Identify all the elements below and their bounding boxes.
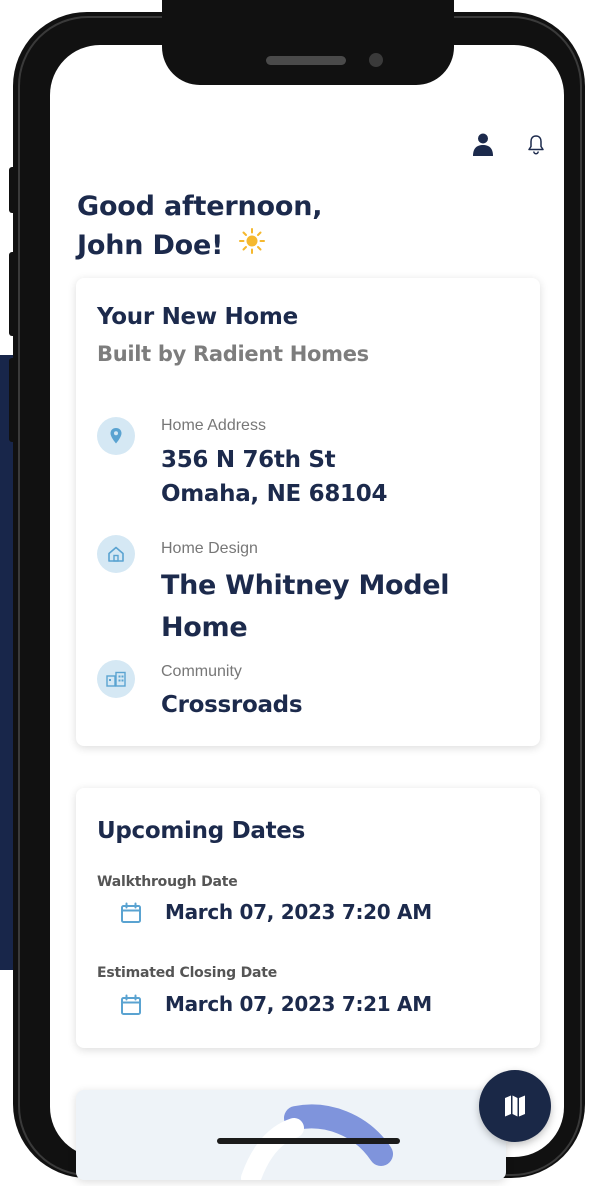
phone-speaker [266,56,346,65]
map-button[interactable] [479,1070,551,1142]
user-icon [473,133,493,156]
upcoming-dates-title: Upcoming Dates [97,818,305,844]
calendar-icon [121,902,141,923]
home-indicator [217,1138,400,1144]
notifications-button[interactable] [522,131,550,159]
progress-arc-graphic [241,1104,393,1180]
location-pin-icon [97,417,135,455]
home-address-label: Home Address [161,417,266,434]
greeting-line2: John Doe! [77,230,224,261]
calendar-icon [121,994,141,1015]
home-design-line2: Home [161,612,248,643]
community-label: Community [161,663,242,680]
phone-notch [162,0,454,85]
closing-date-label: Estimated Closing Date [97,965,278,981]
sun-icon [238,227,266,266]
home-card-subtitle: Built by Radient Homes [97,342,369,366]
home-design-line1: The Whitney Model [161,570,450,601]
greeting-heading: Good afternoon, John Doe! [77,187,322,266]
community-icon [97,660,135,698]
bell-icon [528,135,544,155]
house-icon [97,535,135,573]
walkthrough-date-label: Walkthrough Date [97,874,238,890]
progress-card-partial[interactable] [76,1090,506,1180]
walkthrough-date-value: March 07, 2023 7:20 AM [165,900,432,924]
profile-button[interactable] [469,130,497,158]
map-icon [505,1095,525,1117]
home-design-label: Home Design [161,540,258,557]
home-card[interactable]: Your New Home Built by Radient Homes Hom… [76,278,540,746]
home-address-line1: 356 N 76th St [161,447,336,473]
home-address-line2: Omaha, NE 68104 [161,481,388,507]
closing-date-value: March 07, 2023 7:21 AM [165,992,432,1016]
greeting-line1: Good afternoon, [77,191,323,222]
home-card-title: Your New Home [97,304,298,330]
upcoming-dates-card[interactable]: Upcoming Dates Walkthrough Date March 07… [76,788,540,1048]
community-value: Crossroads [161,692,303,718]
phone-camera [369,53,383,67]
